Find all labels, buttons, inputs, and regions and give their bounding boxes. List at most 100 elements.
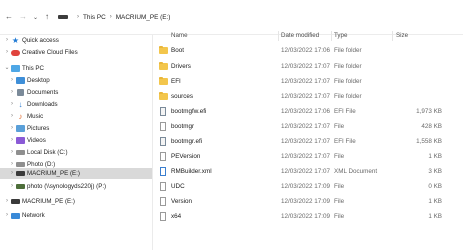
column-divider[interactable] (392, 31, 393, 41)
file-date-modified: 12/03/2022 17:09 (281, 213, 331, 220)
file-icon (160, 197, 166, 206)
sidebar-item-music[interactable]: › ♪ Music (0, 111, 152, 122)
forward-arrow-icon[interactable]: → (19, 12, 27, 22)
local-disk-icon (16, 150, 25, 155)
sidebar-item-pictures[interactable]: › Pictures (0, 123, 152, 134)
sidebar-item-downloads[interactable]: › ↓ Downloads (0, 99, 152, 110)
sidebar-item-videos[interactable]: › Videos (0, 135, 152, 146)
sidebar-item-quick-access[interactable]: › ★ Quick access (0, 35, 152, 46)
file-icon (160, 212, 166, 221)
file-date-modified: 12/03/2022 17:07 (281, 63, 331, 70)
file-name: EFI (171, 78, 181, 85)
expand-chevron-icon[interactable]: › (9, 135, 15, 146)
expand-chevron-icon[interactable]: › (4, 196, 10, 207)
recent-locations-chevron-icon[interactable]: ⌄ (33, 13, 38, 23)
expand-chevron-icon[interactable]: › (9, 75, 15, 86)
sidebar-item-macrium-drive[interactable]: › MACRIUM_PE (E:) (0, 196, 152, 207)
sidebar-item-desktop[interactable]: › Desktop (0, 75, 152, 86)
breadcrumb[interactable]: › This PC › MACRIUM_PE (E:) (58, 11, 170, 23)
expand-chevron-icon[interactable]: › (4, 35, 10, 46)
file-name: x64 (171, 213, 182, 220)
column-header-name[interactable]: Name (171, 30, 188, 42)
folder-icon (159, 91, 168, 100)
breadcrumb-this-pc[interactable]: This PC (83, 14, 106, 21)
column-header-size[interactable]: Size (396, 30, 408, 42)
file-name: sources (171, 93, 194, 100)
expand-chevron-icon[interactable]: › (9, 123, 15, 134)
file-name: Boot (171, 47, 184, 54)
file-icon (160, 182, 166, 191)
column-divider[interactable] (331, 31, 332, 41)
expand-chevron-icon[interactable]: › (9, 147, 15, 158)
xml-file-icon (160, 167, 166, 176)
file-row[interactable]: sources 12/03/2022 17:07 File folder (154, 89, 463, 104)
folder-icon (159, 61, 168, 70)
sidebar-item-network-drive[interactable]: › photo (\\synologyds220j) (P:) (0, 181, 152, 192)
file-name: RMBuilder.xml (171, 168, 212, 175)
sidebar-item-documents[interactable]: › Documents (0, 87, 152, 98)
file-row[interactable]: PEVersion 12/03/2022 17:07 File 1 KB (154, 149, 463, 164)
creative-cloud-icon (11, 50, 20, 56)
file-date-modified: 12/03/2022 17:07 (281, 123, 331, 130)
file-type: EFI File (334, 108, 356, 115)
file-size: 1 KB (428, 153, 442, 160)
file-row[interactable]: Version 12/03/2022 17:09 File 1 KB (154, 194, 463, 209)
sidebar-item-macrium-drive-selected[interactable]: › MACRIUM_PE (E:) (0, 168, 152, 179)
file-size: 1 KB (428, 213, 442, 220)
expand-chevron-icon[interactable]: › (4, 47, 10, 58)
expand-chevron-icon[interactable]: › (9, 181, 15, 192)
back-arrow-icon[interactable]: ← (5, 12, 13, 22)
network-drive-icon (16, 184, 25, 189)
file-row[interactable]: EFI 12/03/2022 17:07 File folder (154, 74, 463, 89)
up-arrow-icon[interactable]: ↑ (45, 12, 49, 22)
file-date-modified: 12/03/2022 17:07 (281, 78, 331, 85)
expand-chevron-icon[interactable]: › (4, 210, 10, 221)
sidebar-item-this-pc[interactable]: ⌄ This PC (0, 63, 152, 74)
file-row[interactable]: UDC 12/03/2022 17:09 File 0 KB (154, 179, 463, 194)
file-row[interactable]: x64 12/03/2022 17:09 File 1 KB (154, 209, 463, 224)
desktop-folder-icon (16, 77, 25, 84)
drive-icon (16, 162, 25, 167)
file-type: File (334, 198, 345, 205)
file-name: Version (171, 198, 193, 205)
sidebar-item-label: MACRIUM_PE (E:) (27, 170, 80, 177)
file-date-modified: 12/03/2022 17:09 (281, 198, 331, 205)
sidebar-item-label: photo (\\synologyds220j) (P:) (27, 183, 107, 190)
sidebar-item-creative-cloud[interactable]: › Creative Cloud Files (0, 47, 152, 58)
expand-chevron-icon[interactable]: › (9, 99, 15, 110)
downloads-icon: ↓ (18, 100, 23, 109)
expand-chevron-icon[interactable]: › (9, 111, 15, 122)
file-icon (160, 152, 166, 161)
file-type: File folder (334, 47, 362, 54)
breadcrumb-current-drive[interactable]: MACRIUM_PE (E:) (116, 14, 171, 21)
sidebar-item-local-disk[interactable]: › Local Disk (C:) (0, 147, 152, 158)
file-row[interactable]: RMBuilder.xml 12/03/2022 17:07 XML Docum… (154, 164, 463, 179)
sidebar-item-label: This PC (22, 65, 45, 72)
file-size: 1,558 KB (416, 138, 442, 145)
expand-chevron-icon[interactable]: › (9, 87, 15, 98)
column-divider[interactable] (278, 31, 279, 41)
sidebar-item-label: Pictures (27, 125, 50, 132)
file-row[interactable]: Drivers 12/03/2022 17:07 File folder (154, 59, 463, 74)
column-header-date-modified[interactable]: Date modified (281, 30, 319, 42)
file-type: File (334, 153, 345, 160)
file-row[interactable]: bootmgr 12/03/2022 17:07 File 428 KB (154, 119, 463, 134)
file-name: bootmgfw.efi (171, 108, 207, 115)
file-date-modified: 12/03/2022 17:07 (281, 168, 331, 175)
file-row[interactable]: bootmgfw.efi 12/03/2022 17:06 EFI File 1… (154, 104, 463, 119)
file-row[interactable]: Boot 12/03/2022 17:06 File folder (154, 43, 463, 58)
collapse-chevron-icon[interactable]: ⌄ (4, 63, 10, 74)
file-date-modified: 12/03/2022 17:07 (281, 138, 331, 145)
file-size: 1,973 KB (416, 108, 442, 115)
drive-icon (58, 15, 68, 19)
star-icon: ★ (11, 36, 20, 45)
column-header-type[interactable]: Type (334, 30, 347, 42)
sidebar-item-label: MACRIUM_PE (E:) (22, 198, 75, 205)
expand-chevron-icon[interactable]: › (9, 168, 15, 179)
folder-icon (159, 45, 168, 54)
sidebar-item-network[interactable]: › Network (0, 210, 152, 221)
file-type: File folder (334, 78, 362, 85)
music-icon: ♪ (18, 112, 23, 121)
efi-file-icon (160, 107, 166, 116)
file-row[interactable]: bootmgr.efi 12/03/2022 17:07 EFI File 1,… (154, 134, 463, 149)
